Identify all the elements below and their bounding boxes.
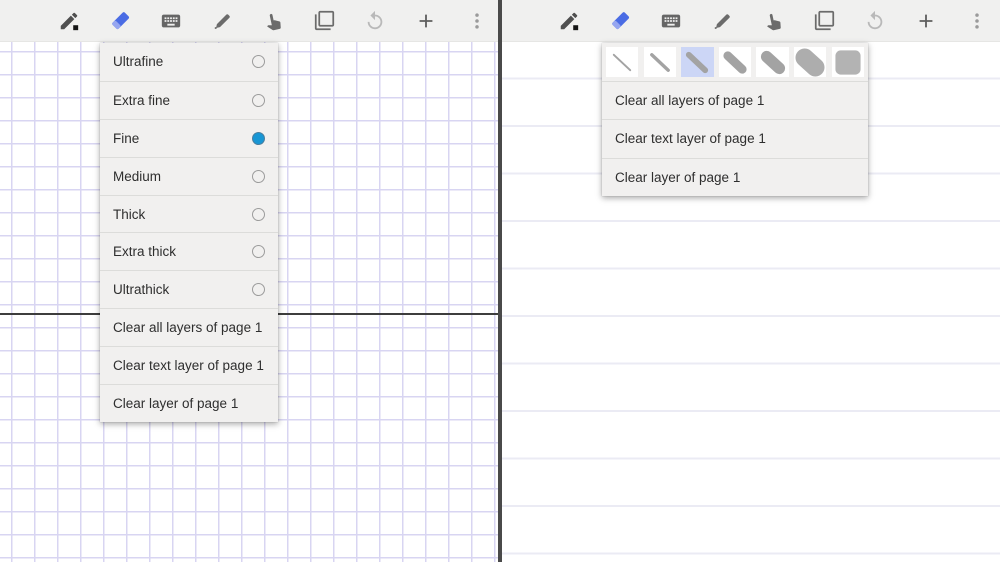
- menu-item-extra-thick[interactable]: Extra thick: [100, 232, 278, 270]
- menu-item-extra-fine[interactable]: Extra fine: [100, 81, 278, 119]
- eraser-tool-icon[interactable]: [108, 9, 132, 33]
- overflow-menu-icon[interactable]: [965, 9, 989, 33]
- finger-pan-tool-icon[interactable]: [261, 9, 285, 33]
- left-note-panel: Ultrafine Extra fine Fine Medium Thick E…: [0, 0, 500, 562]
- thickness-swatch-row: [602, 43, 868, 81]
- menu-item-clear-all-layers[interactable]: Clear all layers of page 1: [100, 308, 278, 346]
- eraser-options-menu: Clear all layers of page 1 Clear text la…: [602, 43, 868, 196]
- add-page-icon[interactable]: [914, 9, 938, 33]
- menu-item-medium[interactable]: Medium: [100, 157, 278, 195]
- thickness-swatch[interactable]: [832, 47, 864, 77]
- thickness-swatch[interactable]: [719, 47, 751, 77]
- menu-item-label: Clear layer of page 1: [113, 396, 265, 411]
- menu-item-label: Ultrathick: [113, 282, 252, 297]
- radio-icon: [252, 283, 265, 296]
- radio-icon: [252, 245, 265, 258]
- eraser-thickness-menu: Ultrafine Extra fine Fine Medium Thick E…: [100, 43, 278, 422]
- duplicate-page-icon[interactable]: [312, 9, 336, 33]
- overflow-menu-icon[interactable]: [465, 9, 489, 33]
- keyboard-text-tool-icon[interactable]: [159, 9, 183, 33]
- thickness-swatch[interactable]: [606, 47, 638, 77]
- radio-icon: [252, 132, 265, 145]
- marker-tool-icon[interactable]: [210, 9, 234, 33]
- menu-item-label: Extra fine: [113, 93, 252, 108]
- menu-item-clear-text-layer[interactable]: Clear text layer of page 1: [100, 346, 278, 384]
- menu-item-label: Thick: [113, 207, 252, 222]
- menu-item-clear-text-layer[interactable]: Clear text layer of page 1: [602, 119, 868, 157]
- menu-item-label: Clear text layer of page 1: [615, 131, 855, 146]
- left-toolbar: [0, 0, 500, 42]
- finger-pan-tool-icon[interactable]: [761, 9, 785, 33]
- menu-item-ultrafine[interactable]: Ultrafine: [100, 43, 278, 81]
- right-toolbar: [500, 0, 1000, 42]
- radio-icon: [252, 170, 265, 183]
- menu-item-label: Clear all layers of page 1: [615, 93, 855, 108]
- pen-tool-icon[interactable]: [557, 9, 581, 33]
- thickness-swatch[interactable]: [756, 47, 788, 77]
- add-page-icon[interactable]: [414, 9, 438, 33]
- radio-icon: [252, 55, 265, 68]
- menu-item-clear-layer[interactable]: Clear layer of page 1: [100, 384, 278, 422]
- menu-item-label: Ultrafine: [113, 54, 252, 69]
- menu-item-label: Clear all layers of page 1: [113, 320, 265, 335]
- radio-icon: [252, 208, 265, 221]
- duplicate-page-icon[interactable]: [812, 9, 836, 33]
- right-note-panel: Clear all layers of page 1 Clear text la…: [500, 0, 1000, 562]
- panel-divider: [498, 0, 502, 562]
- thickness-swatch[interactable]: [681, 47, 713, 77]
- menu-item-ultrathick[interactable]: Ultrathick: [100, 270, 278, 308]
- menu-item-clear-all-layers[interactable]: Clear all layers of page 1: [602, 81, 868, 119]
- radio-icon: [252, 94, 265, 107]
- menu-item-clear-layer[interactable]: Clear layer of page 1: [602, 158, 868, 196]
- menu-item-thick[interactable]: Thick: [100, 195, 278, 233]
- eraser-tool-icon[interactable]: [608, 9, 632, 33]
- app-window: Ultrafine Extra fine Fine Medium Thick E…: [0, 0, 1000, 562]
- menu-item-label: Medium: [113, 169, 252, 184]
- undo-icon[interactable]: [363, 9, 387, 33]
- keyboard-text-tool-icon[interactable]: [659, 9, 683, 33]
- thickness-swatch[interactable]: [794, 47, 826, 77]
- menu-item-label: Clear layer of page 1: [615, 170, 855, 185]
- menu-item-label: Extra thick: [113, 244, 252, 259]
- marker-tool-icon[interactable]: [710, 9, 734, 33]
- menu-item-label: Clear text layer of page 1: [113, 358, 265, 373]
- undo-icon[interactable]: [863, 9, 887, 33]
- pen-tool-icon[interactable]: [57, 9, 81, 33]
- menu-item-label: Fine: [113, 131, 252, 146]
- thickness-swatch[interactable]: [644, 47, 676, 77]
- menu-item-fine[interactable]: Fine: [100, 119, 278, 157]
